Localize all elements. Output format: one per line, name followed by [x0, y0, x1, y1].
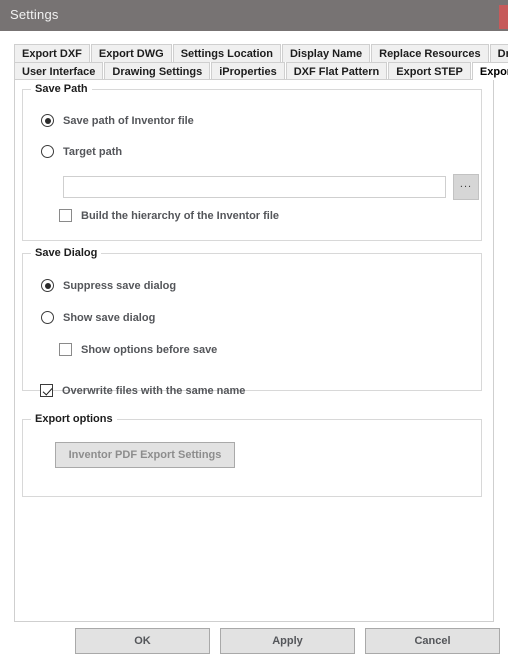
checkbox-label: Overwrite files with the same name: [62, 384, 246, 397]
group-export-options-title: Export options: [31, 413, 117, 425]
tab-display-name[interactable]: Display Name: [281, 44, 371, 62]
checkbox-overwrite-files[interactable]: Overwrite files with the same name: [40, 384, 245, 397]
ok-button[interactable]: OK: [75, 628, 210, 654]
tab-replace-resources[interactable]: Replace Resources: [371, 44, 489, 62]
radio-show-save-dialog[interactable]: Show save dialog: [41, 311, 155, 324]
tab-export-pdf[interactable]: Export PDF: [471, 62, 508, 80]
cancel-button[interactable]: Cancel: [365, 628, 500, 654]
checkbox-indicator: [40, 384, 53, 397]
radio-indicator: [41, 279, 54, 292]
radio-label: Save path of Inventor file: [63, 114, 194, 127]
checkbox-build-hierarchy[interactable]: Build the hierarchy of the Inventor file: [59, 209, 279, 222]
radio-target-path[interactable]: Target path: [41, 145, 122, 158]
window-title: Settings: [10, 7, 59, 22]
radio-indicator: [41, 114, 54, 127]
group-save-dialog: Save Dialog Suppress save dialog Show sa…: [22, 247, 482, 391]
radio-indicator: [41, 145, 54, 158]
title-bar: Settings: [0, 0, 508, 31]
tab-row-1: Export DXF Export DWG Settings Location …: [14, 44, 508, 62]
radio-label: Show save dialog: [63, 311, 156, 324]
checkbox-indicator: [59, 209, 72, 222]
tab-drawing-functions[interactable]: Drawing functions: [489, 44, 508, 62]
tab-settings-location[interactable]: Settings Location: [172, 44, 281, 62]
inventor-pdf-export-settings-button[interactable]: Inventor PDF Export Settings: [55, 442, 235, 468]
group-save-path: Save Path Save path of Inventor file Tar…: [22, 83, 482, 241]
tab-dxf-flat-pattern[interactable]: DXF Flat Pattern: [285, 62, 388, 80]
tab-user-interface[interactable]: User Interface: [14, 62, 104, 80]
checkbox-show-options-before-save[interactable]: Show options before save: [59, 343, 217, 356]
tab-strip: Export DXF Export DWG Settings Location …: [14, 44, 508, 80]
radio-suppress-save-dialog[interactable]: Suppress save dialog: [41, 279, 176, 292]
tab-drawing-settings[interactable]: Drawing Settings: [104, 62, 211, 80]
close-icon[interactable]: [499, 5, 508, 29]
radio-label: Target path: [63, 145, 123, 158]
group-save-dialog-title: Save Dialog: [31, 247, 102, 259]
group-save-path-title: Save Path: [31, 83, 92, 95]
tab-export-dwg[interactable]: Export DWG: [90, 44, 172, 62]
checkbox-label: Show options before save: [81, 343, 218, 356]
checkbox-indicator: [59, 343, 72, 356]
radio-indicator: [41, 311, 54, 324]
tab-export-step[interactable]: Export STEP: [388, 62, 471, 80]
group-export-options: Export options Inventor PDF Export Setti…: [22, 413, 482, 497]
tab-export-dxf[interactable]: Export DXF: [14, 44, 90, 62]
browse-button[interactable]: ...: [453, 174, 479, 200]
tab-iproperties[interactable]: iProperties: [211, 62, 285, 80]
dialog-button-bar: OK Apply Cancel: [0, 628, 508, 662]
radio-label: Suppress save dialog: [63, 279, 177, 292]
tab-panel-export-pdf: Save Path Save path of Inventor file Tar…: [14, 79, 494, 622]
tab-row-2: User Interface Drawing Settings iPropert…: [14, 62, 508, 80]
checkbox-label: Build the hierarchy of the Inventor file: [81, 209, 280, 222]
radio-save-path-of-inventor-file[interactable]: Save path of Inventor file: [41, 114, 194, 127]
target-path-input[interactable]: [63, 176, 446, 198]
apply-button[interactable]: Apply: [220, 628, 355, 654]
